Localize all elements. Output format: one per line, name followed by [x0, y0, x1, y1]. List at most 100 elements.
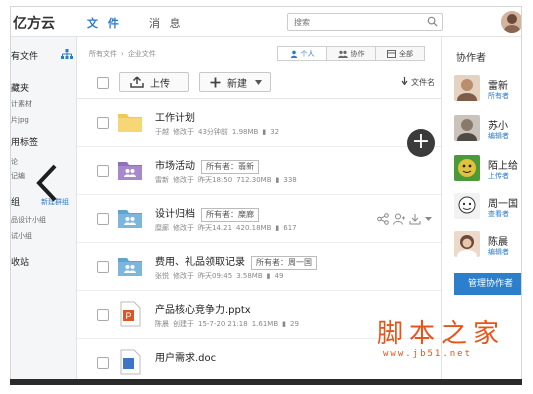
row-checkbox[interactable]: [97, 309, 109, 321]
collaborator-item[interactable]: 陈晨 编辑者: [454, 231, 521, 267]
file-row[interactable]: 费用、礼品领取记录 所有者：周一国 张悦 修改于 昨天09:45 3.58MB ▮ 49: [77, 243, 441, 291]
search-icon[interactable]: [427, 16, 438, 30]
file-meta: 陈晨 创建于 15-7-20 21:18 1.61MB ▮ 29: [155, 319, 303, 329]
sidebar-subitem[interactable]: 论: [11, 157, 18, 167]
file-row[interactable]: 工作计划 于越 修改于 43分钟前 1.98MB ▮ 32: [77, 99, 441, 147]
collaborator-item[interactable]: 苏小 编辑者: [454, 115, 521, 151]
row-actions: [377, 213, 432, 225]
file-time: 昨天18:50: [198, 176, 233, 184]
file-count: 338: [283, 176, 297, 184]
sidebar-subitem[interactable]: 记编: [11, 171, 25, 181]
sidebar-item-trash[interactable]: 收站: [11, 255, 29, 268]
file-count: 617: [283, 224, 297, 232]
watermark-logo: 脚本之家: [377, 319, 506, 349]
collaborator-item[interactable]: 陌上给 上传者: [454, 155, 521, 191]
row-checkbox[interactable]: [97, 117, 109, 129]
collaborator-role[interactable]: 编辑者: [488, 247, 509, 257]
file-action: 修改于: [173, 128, 194, 136]
add-collaborator-icon[interactable]: [393, 213, 405, 225]
sort-by-name[interactable]: 文件名: [401, 77, 435, 88]
chevron-left-icon[interactable]: [33, 163, 63, 203]
row-checkbox[interactable]: [97, 213, 109, 225]
sort-down-icon: [401, 77, 408, 87]
sidebar-item-all-files[interactable]: 有文件: [11, 49, 38, 62]
avatar: [454, 75, 480, 101]
download-icon[interactable]: [409, 213, 421, 225]
tab-label: 全部: [399, 49, 413, 58]
row-checkbox[interactable]: [97, 261, 109, 273]
sidebar-item-favorites[interactable]: 藏夹: [11, 81, 29, 94]
upload-button[interactable]: 上传: [119, 72, 189, 92]
file-name[interactable]: 设计归档 所有者：糜廊: [155, 205, 259, 222]
file-count: 49: [274, 272, 284, 280]
add-fab-button[interactable]: +: [407, 129, 435, 157]
sidebar-item-groups[interactable]: 组: [11, 195, 20, 208]
bottom-border: [10, 379, 522, 385]
breadcrumb-root[interactable]: 所有文件: [89, 50, 117, 58]
share-icon[interactable]: [377, 213, 389, 225]
sidebar-subitem[interactable]: 计素材: [11, 99, 32, 109]
file-count: 32: [270, 128, 280, 136]
collaborator-name: 雷新: [488, 81, 508, 92]
collaborator-role[interactable]: 所有者: [488, 91, 509, 101]
search-box[interactable]: [287, 13, 443, 31]
new-label: 新建: [227, 78, 247, 90]
nav-tab-file[interactable]: 文 件: [87, 15, 122, 31]
svg-text:P: P: [125, 311, 131, 321]
file-row[interactable]: 设计归档 所有者：糜廊 糜廊 修改于 昨天14.21 420.18MB ▮ 617: [77, 195, 441, 243]
file-name[interactable]: 工作计划: [155, 109, 195, 124]
file-name-text: 费用、礼品领取记录: [155, 257, 245, 268]
toolbar: 上传 新建 文件名: [77, 67, 441, 99]
file-user: 陈晨: [155, 320, 169, 328]
file-action: 创建于: [173, 320, 194, 328]
file-row[interactable]: 市场活动 所有者：翡新 雷新 修改于 昨天18:50 712.30MB ▮ 338: [77, 147, 441, 195]
group-icon: [337, 50, 348, 58]
tab-personal[interactable]: 个人: [277, 46, 327, 61]
sidebar-item-tags[interactable]: 用标签: [11, 135, 38, 148]
tab-all[interactable]: 全部: [375, 46, 425, 61]
app-window: 亿方云 文 件 消 息 有文件 藏夹 计素材 片jpg 用标签 论 记编 组 新…: [10, 6, 522, 384]
sidebar-subitem[interactable]: 品设计小组: [11, 215, 46, 225]
file-name[interactable]: 市场活动 所有者：翡新: [155, 157, 259, 174]
file-meta: 雷新 修改于 昨天18:50 712.30MB ▮ 338: [155, 175, 301, 185]
file-size: 420.18MB: [236, 224, 272, 232]
file-name[interactable]: 费用、礼品领取记录 所有者：周一国: [155, 253, 317, 270]
caret-down-icon: [255, 77, 262, 88]
more-caret-icon[interactable]: [425, 213, 432, 225]
file-meta: 张悦 修改于 昨天09:45 3.58MB ▮ 49: [155, 271, 287, 281]
select-all-checkbox[interactable]: [97, 77, 109, 89]
file-name[interactable]: 产品核心竞争力.pptx: [155, 301, 251, 316]
file-time: 昨天14.21: [198, 224, 233, 232]
panel-title: 协作者: [456, 53, 486, 64]
nav-tab-message[interactable]: 消 息: [149, 15, 184, 31]
manage-collaborators-button[interactable]: 管理协作者: [454, 273, 521, 295]
collaborator-item[interactable]: 雷新 所有者: [454, 75, 521, 111]
collaborator-role[interactable]: 上传者: [488, 171, 509, 181]
brand-logo: 亿方云: [13, 16, 55, 32]
owner-tag: 所有者：糜廊: [201, 208, 259, 222]
file-size: 3.58MB: [236, 272, 263, 280]
file-name-text: 市场活动: [155, 161, 195, 172]
file-time: 昨天09:45: [198, 272, 233, 280]
sidebar-subitem[interactable]: 试小组: [11, 231, 32, 241]
search-input[interactable]: [288, 14, 418, 30]
file-count-icon: ▮: [262, 128, 267, 136]
new-button[interactable]: 新建: [199, 72, 271, 92]
sidebar-subitem[interactable]: 片jpg: [11, 115, 29, 125]
file-count-icon: ▮: [266, 272, 271, 280]
tab-collab[interactable]: 协作: [326, 46, 376, 61]
collaborator-role[interactable]: 编辑者: [488, 131, 509, 141]
org-tree-icon[interactable]: [61, 49, 73, 62]
sort-label: 文件名: [411, 78, 435, 87]
row-checkbox[interactable]: [97, 357, 109, 369]
upload-label: 上传: [150, 78, 170, 90]
file-name-text: 设计归档: [155, 209, 195, 220]
file-size: 712.30MB: [236, 176, 272, 184]
avatar: [454, 155, 480, 181]
user-avatar[interactable]: [501, 11, 521, 33]
file-size: 1.98MB: [231, 128, 259, 136]
collaborator-role[interactable]: 查看者: [488, 209, 509, 219]
file-name[interactable]: 用户需求.doc: [155, 349, 216, 364]
row-checkbox[interactable]: [97, 165, 109, 177]
collaborator-item[interactable]: 周一国 查看者: [454, 193, 521, 229]
